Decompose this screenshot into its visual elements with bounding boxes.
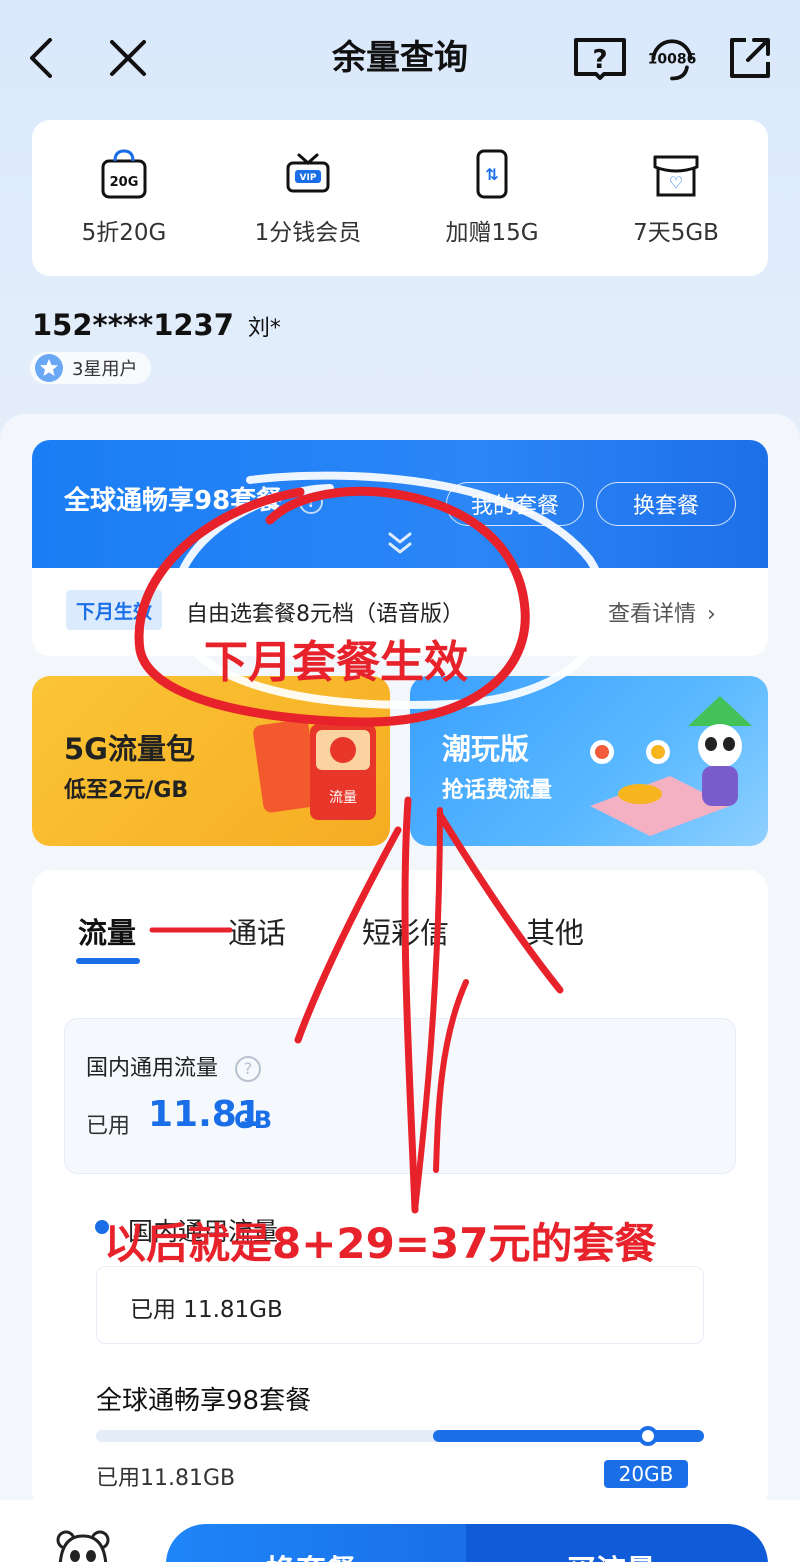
quick-action-label: 加赠15G (445, 220, 539, 246)
user-phone: 152****1237 刘* (32, 308, 281, 342)
service-number: 10086 (648, 52, 697, 68)
bag-20g-icon: 20G (101, 149, 147, 199)
view-details-link[interactable]: 查看详情 › (608, 596, 716, 628)
promo-title: 5G流量包 (64, 732, 195, 766)
promo-subtitle: 抢话费流量 (442, 778, 553, 803)
page-title: 余量查询 (332, 38, 468, 78)
gift-box-icon-text: ♡ (669, 173, 683, 192)
quick-action-bonus-15g[interactable]: ⇅ 加赠15G (407, 149, 577, 247)
usage-summary-title: 国内通用流量 ? (86, 1050, 262, 1082)
bag-20g-icon-text: 20G (110, 175, 139, 190)
detail-used-text: 已用11.81GB (96, 1466, 236, 1491)
back-icon[interactable] (14, 30, 70, 86)
quick-action-vip[interactable]: VIP 1分钱会员 (223, 149, 393, 247)
annotation-next-month: 下月套餐生效 (204, 637, 468, 688)
expand-chevron-icon[interactable] (386, 528, 414, 560)
buy-data-bottom-button[interactable]: 买流量 (466, 1524, 768, 1562)
next-month-plan: 自由选套餐8元档（语音版） (186, 602, 464, 627)
close-icon[interactable] (100, 30, 156, 86)
info-icon[interactable]: ? (299, 489, 324, 514)
promo-trendy-edition[interactable]: 潮玩版 抢话费流量 (410, 676, 768, 846)
quick-actions-card: 20G 5折20G VIP 1分钱会员 ⇅ 加赠15G ♡ 7天5GB (32, 120, 768, 276)
tab-other[interactable]: 其他 (526, 910, 584, 952)
usage-progress-knob (638, 1426, 658, 1446)
phone-number: 152****1237 (32, 308, 234, 342)
tv-vip-icon: VIP (286, 153, 330, 193)
tv-vip-icon-text: VIP (300, 173, 317, 183)
user-level-badge[interactable]: 3星用户 (30, 352, 152, 384)
tab-data[interactable]: 流量 (78, 910, 136, 952)
data-coupon-icon: 流量 (253, 719, 376, 820)
phone-data-icon-text: ⇅ (485, 165, 498, 184)
plan-cap-badge: 20GB (604, 1460, 688, 1488)
usage-progress-fill (432, 1430, 704, 1442)
quick-action-label: 1分钱会员 (254, 220, 362, 246)
quick-action-label: 5折20G (81, 220, 167, 246)
user-level-text: 3星用户 (72, 359, 138, 380)
my-plan-button[interactable]: 我的套餐 (446, 482, 584, 526)
current-plan-label: 全球通畅享98套餐 (64, 486, 283, 516)
help-circle-icon[interactable]: ? (235, 1056, 262, 1082)
view-details-label: 查看详情 (608, 602, 697, 627)
tab-calls[interactable]: 通话 (228, 910, 286, 952)
usage-summary-title-text: 国内通用流量 (86, 1056, 219, 1081)
help-book-icon[interactable]: ? (572, 30, 628, 86)
detail-usage-text: 已用 11.81GB (130, 1297, 283, 1323)
gift-box-icon: ♡ (653, 155, 699, 197)
quick-action-7day-5gb[interactable]: ♡ 7天5GB (591, 149, 761, 247)
promo-title: 潮玩版 (442, 732, 530, 766)
help-glyph: ? (592, 45, 607, 75)
promo-subtitle: 低至2元/GB (64, 778, 189, 803)
panda-avatar-icon[interactable] (56, 1530, 110, 1562)
phone-data-icon: ⇅ (476, 149, 508, 199)
change-plan-button[interactable]: 换套餐 (596, 482, 736, 526)
next-month-tag: 下月生效 (66, 590, 163, 630)
promo-5g-data-pack[interactable]: 5G流量包 低至2元/GB 流量 (32, 676, 390, 846)
quick-action-discount-20g[interactable]: 20G 5折20G (39, 149, 209, 247)
detail-plan-name: 全球通畅享98套餐 (96, 1386, 312, 1416)
tab-sms[interactable]: 短彩信 (362, 910, 449, 952)
customer-service-icon[interactable]: 10086 (644, 30, 700, 86)
change-plan-bottom-button[interactable]: 换套餐 (166, 1524, 466, 1562)
used-unit: GB (234, 1106, 272, 1134)
used-label: 已用 (86, 1114, 131, 1139)
coupon-text: 流量 (329, 790, 357, 806)
active-tab-indicator (76, 958, 140, 964)
star-badge-icon (35, 354, 63, 382)
share-icon[interactable] (722, 30, 778, 86)
panda-picnic-illustration (590, 696, 752, 836)
current-plan-name: 全球通畅享98套餐 ? (64, 480, 324, 517)
quick-action-label: 7天5GB (633, 220, 719, 246)
chevron-right-icon: › (707, 602, 716, 627)
user-name: 刘* (247, 316, 281, 341)
annotation-future-price: 以后就是8+29=37元的套餐 (104, 1219, 657, 1268)
